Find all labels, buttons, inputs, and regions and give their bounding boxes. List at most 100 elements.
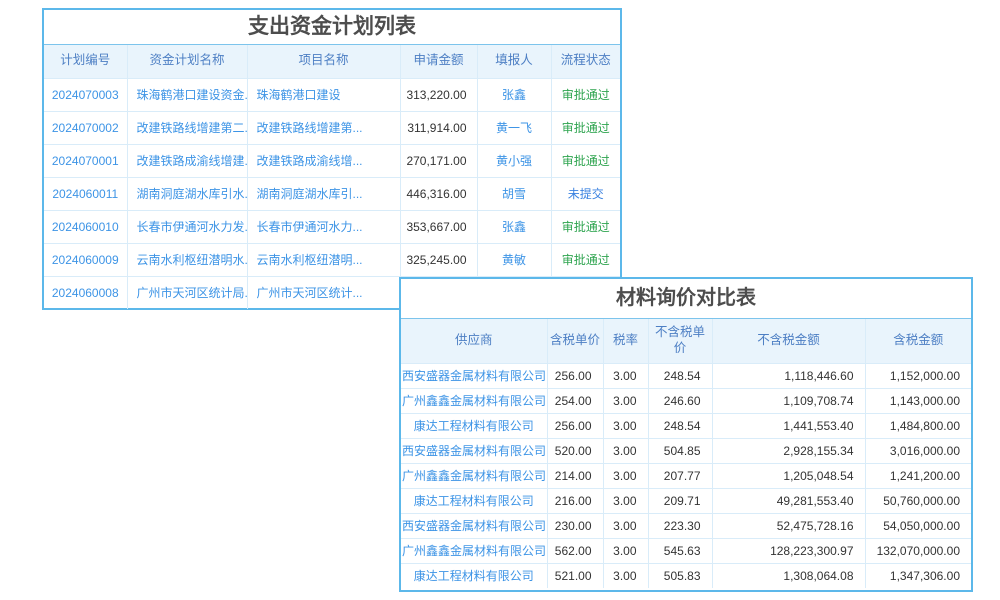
plan-no-cell[interactable]: 2024060009 xyxy=(44,243,127,276)
filler-cell[interactable]: 胡雪 xyxy=(477,177,551,210)
tax-excl-unit-price-cell: 505.83 xyxy=(648,563,712,588)
filler-cell[interactable]: 张鑫 xyxy=(477,210,551,243)
tax-excl-unit-price-cell: 248.54 xyxy=(648,413,712,438)
tax-excl-unit-price-cell: 545.63 xyxy=(648,538,712,563)
plan-no-cell[interactable]: 2024060008 xyxy=(44,276,127,309)
column-header: 含税单价 xyxy=(547,319,603,363)
plan-no-cell[interactable]: 2024060011 xyxy=(44,177,127,210)
tax-rate-cell: 3.00 xyxy=(603,563,648,588)
table-row: 西安盛器金属材料有限公司230.003.00223.3052,475,728.1… xyxy=(401,513,971,538)
tax-incl-unit-price-cell: 520.00 xyxy=(547,438,603,463)
column-header: 填报人 xyxy=(477,45,551,78)
column-header: 供应商 xyxy=(401,319,547,363)
supplier-cell[interactable]: 广州鑫鑫金属材料有限公司 xyxy=(401,463,547,488)
plan-table-header-row: 计划编号资金计划名称项目名称申请金额填报人流程状态 xyxy=(44,45,620,78)
supplier-cell[interactable]: 康达工程材料有限公司 xyxy=(401,413,547,438)
filler-cell[interactable]: 黄一飞 xyxy=(477,111,551,144)
supplier-cell[interactable]: 广州鑫鑫金属材料有限公司 xyxy=(401,538,547,563)
apply-amount-cell: 270,171.00 xyxy=(400,144,477,177)
project-name-cell[interactable]: 云南水利枢纽潜明... xyxy=(247,243,400,276)
tax-excl-unit-price-cell: 504.85 xyxy=(648,438,712,463)
tax-incl-amount-cell: 1,347,306.00 xyxy=(865,563,971,588)
table-row: 2024060009云南水利枢纽潜明水...云南水利枢纽潜明...325,245… xyxy=(44,243,620,276)
fund-plan-name-cell[interactable]: 广州市天河区统计局... xyxy=(127,276,247,309)
tax-incl-amount-cell: 1,484,800.00 xyxy=(865,413,971,438)
plan-no-cell[interactable]: 2024070001 xyxy=(44,144,127,177)
fund-plan-name-cell[interactable]: 长春市伊通河水力发... xyxy=(127,210,247,243)
status-cell: 审批通过 xyxy=(551,144,620,177)
tax-rate-cell: 3.00 xyxy=(603,488,648,513)
tax-incl-amount-cell: 1,241,200.00 xyxy=(865,463,971,488)
project-name-cell[interactable]: 改建铁路成渝线增... xyxy=(247,144,400,177)
tax-excl-unit-price-cell: 207.77 xyxy=(648,463,712,488)
material-quote-title: 材料询价对比表 xyxy=(401,279,971,319)
apply-amount-cell: 311,914.00 xyxy=(400,111,477,144)
fund-plan-name-cell[interactable]: 湖南洞庭湖水库引水... xyxy=(127,177,247,210)
project-name-cell[interactable]: 广州市天河区统计... xyxy=(247,276,400,309)
column-header: 含税金额 xyxy=(865,319,971,363)
tax-incl-amount-cell: 50,760,000.00 xyxy=(865,488,971,513)
column-header: 不含税单价 xyxy=(648,319,712,363)
table-row: 2024070001改建铁路成渝线增建...改建铁路成渝线增...270,171… xyxy=(44,144,620,177)
column-header: 税率 xyxy=(603,319,648,363)
table-row: 2024060011湖南洞庭湖水库引水...湖南洞庭湖水库引...446,316… xyxy=(44,177,620,210)
tax-incl-unit-price-cell: 521.00 xyxy=(547,563,603,588)
tax-excl-unit-price-cell: 209.71 xyxy=(648,488,712,513)
expenditure-plan-card: 支出资金计划列表 计划编号资金计划名称项目名称申请金额填报人流程状态 20240… xyxy=(42,8,622,310)
apply-amount-cell: 446,316.00 xyxy=(400,177,477,210)
supplier-cell[interactable]: 广州鑫鑫金属材料有限公司 xyxy=(401,388,547,413)
fund-plan-name-cell[interactable]: 改建铁路线增建第二... xyxy=(127,111,247,144)
tax-rate-cell: 3.00 xyxy=(603,388,648,413)
tax-rate-cell: 3.00 xyxy=(603,513,648,538)
tax-incl-amount-cell: 1,152,000.00 xyxy=(865,363,971,388)
table-row: 2024070003珠海鹤港口建设资金...珠海鹤港口建设313,220.00张… xyxy=(44,78,620,111)
fund-plan-name-cell[interactable]: 珠海鹤港口建设资金... xyxy=(127,78,247,111)
tax-incl-amount-cell: 54,050,000.00 xyxy=(865,513,971,538)
supplier-cell[interactable]: 西安盛器金属材料有限公司 xyxy=(401,513,547,538)
project-name-cell[interactable]: 长春市伊通河水力... xyxy=(247,210,400,243)
project-name-cell[interactable]: 改建铁路线增建第... xyxy=(247,111,400,144)
quote-table-header-row: 供应商含税单价税率不含税单价不含税金额含税金额 xyxy=(401,319,971,363)
supplier-cell[interactable]: 西安盛器金属材料有限公司 xyxy=(401,438,547,463)
tax-incl-unit-price-cell: 256.00 xyxy=(547,363,603,388)
tax-incl-unit-price-cell: 562.00 xyxy=(547,538,603,563)
tax-excl-unit-price-cell: 246.60 xyxy=(648,388,712,413)
project-name-cell[interactable]: 珠海鹤港口建设 xyxy=(247,78,400,111)
plan-no-cell[interactable]: 2024060010 xyxy=(44,210,127,243)
table-row: 康达工程材料有限公司521.003.00505.831,308,064.081,… xyxy=(401,563,971,588)
plan-no-cell[interactable]: 2024070003 xyxy=(44,78,127,111)
supplier-cell[interactable]: 康达工程材料有限公司 xyxy=(401,488,547,513)
tax-excl-amount-cell: 1,109,708.74 xyxy=(712,388,865,413)
column-header: 项目名称 xyxy=(247,45,400,78)
filler-cell[interactable]: 黄敏 xyxy=(477,243,551,276)
table-row: 广州鑫鑫金属材料有限公司254.003.00246.601,109,708.74… xyxy=(401,388,971,413)
column-header: 流程状态 xyxy=(551,45,620,78)
tax-excl-amount-cell: 49,281,553.40 xyxy=(712,488,865,513)
tax-excl-unit-price-cell: 248.54 xyxy=(648,363,712,388)
tax-excl-amount-cell: 1,205,048.54 xyxy=(712,463,865,488)
plan-no-cell[interactable]: 2024070002 xyxy=(44,111,127,144)
column-header: 计划编号 xyxy=(44,45,127,78)
project-name-cell[interactable]: 湖南洞庭湖水库引... xyxy=(247,177,400,210)
supplier-cell[interactable]: 西安盛器金属材料有限公司 xyxy=(401,363,547,388)
column-header: 资金计划名称 xyxy=(127,45,247,78)
tax-rate-cell: 3.00 xyxy=(603,363,648,388)
table-row: 广州鑫鑫金属材料有限公司562.003.00545.63128,223,300.… xyxy=(401,538,971,563)
supplier-cell[interactable]: 康达工程材料有限公司 xyxy=(401,563,547,588)
filler-cell[interactable]: 张鑫 xyxy=(477,78,551,111)
apply-amount-cell: 313,220.00 xyxy=(400,78,477,111)
filler-cell[interactable]: 黄小强 xyxy=(477,144,551,177)
tax-excl-amount-cell: 1,118,446.60 xyxy=(712,363,865,388)
tax-incl-unit-price-cell: 230.00 xyxy=(547,513,603,538)
table-row: 广州鑫鑫金属材料有限公司214.003.00207.771,205,048.54… xyxy=(401,463,971,488)
expenditure-plan-title: 支出资金计划列表 xyxy=(44,10,620,45)
tax-rate-cell: 3.00 xyxy=(603,463,648,488)
fund-plan-name-cell[interactable]: 云南水利枢纽潜明水... xyxy=(127,243,247,276)
column-header: 不含税金额 xyxy=(712,319,865,363)
apply-amount-cell: 353,667.00 xyxy=(400,210,477,243)
tax-excl-amount-cell: 1,441,553.40 xyxy=(712,413,865,438)
tax-incl-unit-price-cell: 254.00 xyxy=(547,388,603,413)
status-cell: 审批通过 xyxy=(551,210,620,243)
fund-plan-name-cell[interactable]: 改建铁路成渝线增建... xyxy=(127,144,247,177)
status-cell: 未提交 xyxy=(551,177,620,210)
